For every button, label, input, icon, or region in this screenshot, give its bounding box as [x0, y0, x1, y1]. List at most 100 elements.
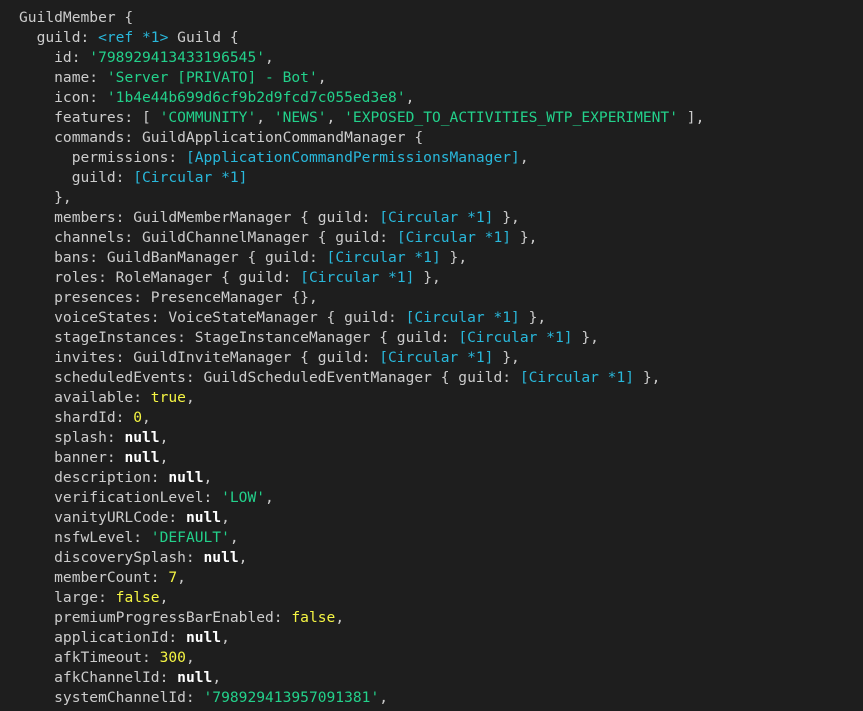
- reference-token: [Circular *1]: [379, 349, 494, 366]
- boolean-literal: false: [115, 589, 160, 606]
- code-text: discoverySplash:: [19, 549, 204, 566]
- code-text: },: [572, 329, 599, 346]
- console-line: },: [19, 188, 863, 208]
- reference-token: [ApplicationCommandPermissionsManager]: [185, 149, 520, 166]
- reference-token: [Circular *1]: [519, 369, 635, 386]
- code-text: ,: [265, 49, 274, 66]
- console-line: name: 'Server [PRIVATO] - Bot',: [19, 68, 863, 88]
- code-text: afkChannelId:: [19, 669, 178, 686]
- code-text: ,: [519, 149, 529, 166]
- number-literal: 7: [168, 569, 178, 586]
- code-text: ,: [185, 649, 195, 666]
- null-literal: null: [203, 549, 239, 566]
- console-line: description: null,: [19, 468, 863, 488]
- string-literal: 'EXPOSED_TO_ACTIVITIES_WTP_EXPERIMENT': [344, 109, 678, 126]
- null-literal: null: [177, 669, 213, 686]
- console-line: available: true,: [19, 388, 863, 408]
- code-text: verificationLevel:: [19, 489, 222, 506]
- boolean-literal: true: [150, 389, 186, 406]
- null-literal: null: [124, 449, 160, 466]
- code-text: GuildMember {: [19, 9, 134, 26]
- console-line: presences: PresenceManager {},: [19, 288, 863, 308]
- code-text: voiceStates: VoiceStateManager { guild:: [19, 309, 406, 326]
- code-text: ,: [142, 409, 151, 426]
- console-line: scheduledEvents: GuildScheduledEventMana…: [19, 368, 863, 388]
- code-text: ],: [678, 109, 705, 126]
- code-text: memberCount:: [19, 569, 169, 586]
- code-text: icon:: [19, 89, 107, 106]
- code-text: features: [: [19, 109, 160, 126]
- null-literal: null: [185, 509, 222, 526]
- console-line: premiumProgressBarEnabled: false,: [19, 608, 863, 628]
- console-line: guild: [Circular *1]: [19, 168, 863, 188]
- reference-token: <ref *1>: [98, 29, 169, 46]
- code-text: ,: [405, 89, 415, 106]
- console-line: splash: null,: [19, 428, 863, 448]
- code-text: },: [414, 269, 441, 286]
- code-text: },: [19, 189, 72, 206]
- number-literal: 300: [159, 649, 186, 666]
- console-line: nsfwLevel: 'DEFAULT',: [19, 528, 863, 548]
- string-literal: 'LOW': [221, 489, 266, 506]
- console-line: id: '798929413433196545',: [19, 48, 863, 68]
- code-text: ,: [317, 69, 327, 86]
- code-text: systemChannelId:: [19, 689, 204, 706]
- console-line: voiceStates: VoiceStateManager { guild: …: [19, 308, 863, 328]
- null-literal: null: [124, 429, 160, 446]
- code-text: permissions:: [19, 149, 186, 166]
- code-text: scheduledEvents: GuildScheduledEventMana…: [19, 369, 520, 386]
- code-text: large:: [19, 589, 116, 606]
- code-text: presences: PresenceManager {},: [19, 289, 318, 306]
- code-text: guild:: [19, 29, 99, 46]
- console-line: channels: GuildChannelManager { guild: […: [19, 228, 863, 248]
- console-line: icon: '1b4e44b699d6cf9b2d9fcd7c055ed3e8'…: [19, 88, 863, 108]
- code-text: },: [493, 349, 520, 366]
- code-text: ,: [379, 689, 389, 706]
- code-text: },: [493, 209, 520, 226]
- string-literal: 'Server [PRIVATO] - Bot': [106, 69, 318, 86]
- console-output: GuildMember { guild: <ref *1> Guild { id…: [0, 0, 863, 711]
- reference-token: [Circular *1]: [458, 329, 573, 346]
- code-text: vanityURLCode:: [19, 509, 186, 526]
- code-text: invites: GuildInviteManager { guild:: [19, 349, 380, 366]
- code-text: ,: [265, 489, 274, 506]
- reference-token: [Circular *1]: [396, 229, 512, 246]
- console-line: systemChannelId: '798929413957091381',: [19, 688, 863, 708]
- code-text: ,: [159, 589, 169, 606]
- console-line: bans: GuildBanManager { guild: [Circular…: [19, 248, 863, 268]
- code-text: banner:: [19, 449, 125, 466]
- boolean-literal: false: [291, 609, 336, 626]
- console-line: verificationLevel: 'LOW',: [19, 488, 863, 508]
- string-literal: 'COMMUNITY': [159, 109, 257, 126]
- console-line: commands: GuildApplicationCommandManager…: [19, 128, 863, 148]
- console-line: applicationId: null,: [19, 628, 863, 648]
- null-literal: null: [185, 629, 222, 646]
- console-line: afkTimeout: 300,: [19, 648, 863, 668]
- code-text: premiumProgressBarEnabled:: [19, 609, 292, 626]
- code-text: ,: [229, 529, 239, 546]
- string-literal: '1b4e44b699d6cf9b2d9fcd7c055ed3e8': [106, 89, 406, 106]
- code-text: },: [440, 249, 468, 266]
- console-line: vanityURLCode: null,: [19, 508, 863, 528]
- console-line: GuildMember {: [19, 8, 863, 28]
- code-text: ,: [326, 109, 345, 126]
- console-line: afkChannelId: null,: [19, 668, 863, 688]
- console-line: memberCount: 7,: [19, 568, 863, 588]
- string-literal: '798929413957091381': [203, 689, 380, 706]
- code-text: stageInstances: StageInstanceManager { g…: [19, 329, 459, 346]
- console-line: large: false,: [19, 588, 863, 608]
- code-text: id:: [19, 49, 90, 66]
- code-text: afkTimeout:: [19, 649, 160, 666]
- code-text: ,: [221, 629, 230, 646]
- code-text: commands: GuildApplicationCommandManager…: [19, 129, 424, 146]
- code-text: members: GuildMemberManager { guild:: [19, 209, 380, 226]
- console-line: permissions: [ApplicationCommandPermissi…: [19, 148, 863, 168]
- string-literal: 'NEWS': [273, 109, 327, 126]
- code-text: roles: RoleManager { guild:: [19, 269, 301, 286]
- console-line: shardId: 0,: [19, 408, 863, 428]
- number-literal: 0: [133, 409, 143, 426]
- code-text: available:: [19, 389, 151, 406]
- code-text: },: [511, 229, 538, 246]
- code-text: ,: [212, 669, 222, 686]
- console-line: roles: RoleManager { guild: [Circular *1…: [19, 268, 863, 288]
